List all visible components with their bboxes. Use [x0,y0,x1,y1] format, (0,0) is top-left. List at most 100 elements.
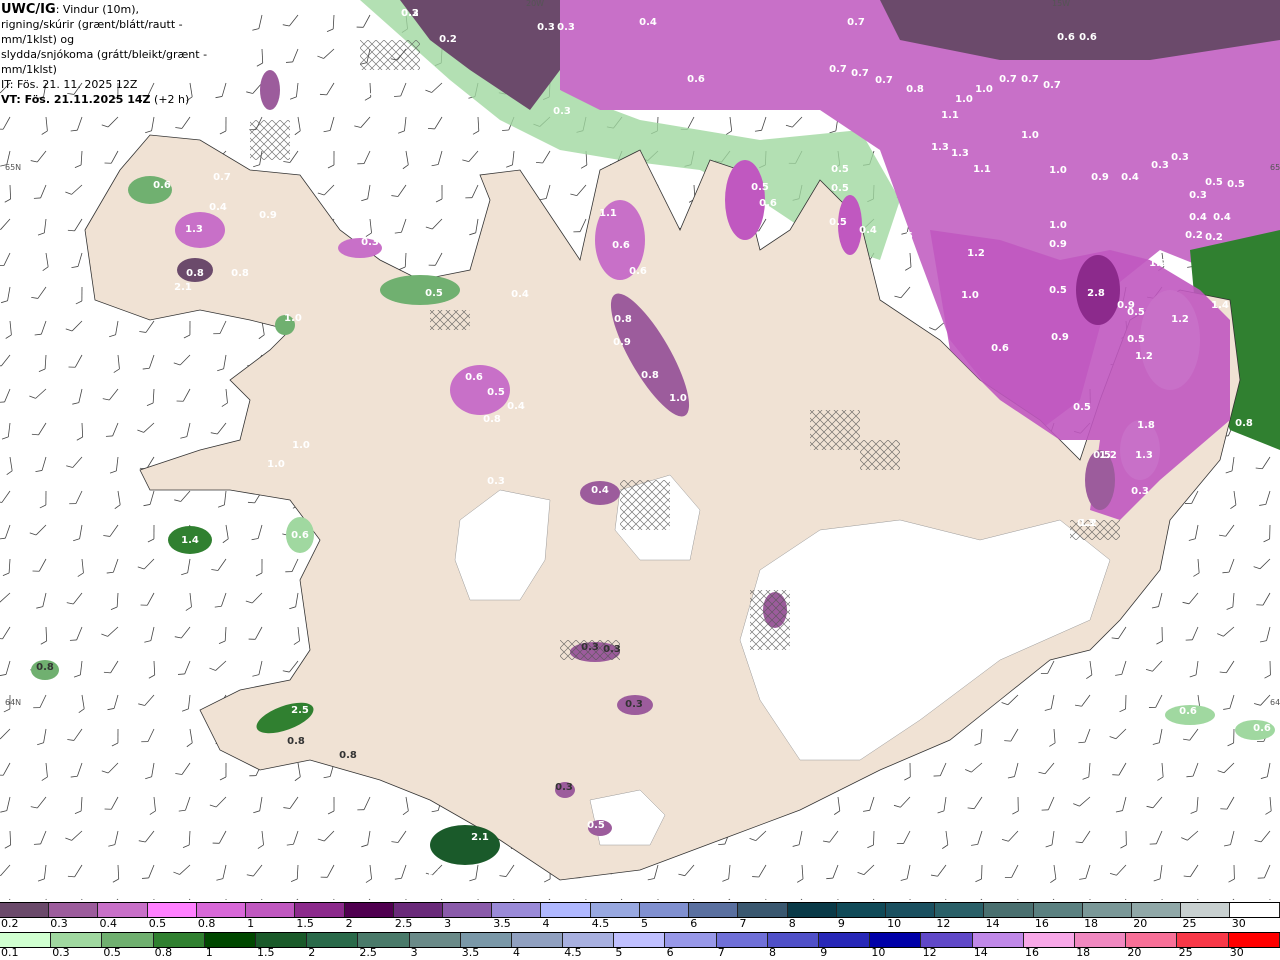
wind-barb [391,184,407,197]
legend-label: 16 [1025,946,1039,959]
precip-value-label: 1.0 [284,313,302,324]
wind-barb [1038,762,1055,775]
wind-barb [4,184,12,203]
legend-swatch [614,933,666,947]
precip-value-label: 1.8 [1137,420,1155,431]
wind-barb [68,354,83,368]
wind-barb [181,558,191,576]
wind-barb [1254,830,1271,843]
precip-value-label: 0.6 [153,180,171,191]
precip-value-label: 0.5 [751,182,769,193]
wind-barb [1260,762,1271,779]
wind-barb [469,218,479,236]
wind-barb [219,762,227,781]
legend-swatch [984,903,1034,917]
wind-barb [283,796,299,809]
wind-barb [142,354,155,370]
legend-swatch [442,903,493,917]
legend-swatch [1132,903,1182,917]
legend-swatch [1126,933,1178,947]
legend-label: 2.5 [359,946,377,959]
legend-label: 0.8 [197,917,216,930]
wind-barb [1259,626,1271,643]
wind-barb [1112,762,1127,776]
wind-barb [294,762,301,782]
precip-cell [1140,290,1200,390]
wind-barb [30,796,47,809]
precip-value-label: 0.5 [1205,177,1223,188]
wind-barb [218,626,227,644]
precip-value-label: 1.0 [955,94,973,105]
precip-value-label: 0.7 [1021,74,1039,85]
legend-label: 0.1 [1,946,19,959]
wind-barb [904,762,911,781]
legend-label: 18 [1084,917,1099,930]
wind-barb [106,558,119,574]
wind-barb [107,694,119,711]
legend-label: 5 [641,917,648,930]
precip-value-label: 0.5 [831,164,849,175]
legend-label: 7 [717,946,725,959]
precip-value-label: 0.8 [906,84,924,95]
wind-barb [1109,864,1127,876]
precip-value-label: 0.2 [1205,232,1223,243]
wind-barb [0,116,11,130]
wind-barb [365,864,372,883]
precip-value-label: 0.3 [487,476,505,487]
legend-label: 6 [690,917,698,930]
wind-barb [573,218,587,233]
legend-swatch [0,933,52,947]
wind-barb [867,830,875,849]
legend-swatch [1082,903,1133,917]
wind-barb [137,422,155,433]
precip-value-label: 1.2 [1135,351,1153,362]
legend-swatch [1074,933,1127,947]
wind-barb [101,626,119,637]
legend-swatch [870,933,922,947]
wind-barb [1220,796,1235,810]
wind-barb [785,116,803,128]
precip-value-label: 0.9 [259,210,277,221]
precip-value-label: 0.7 [213,172,231,183]
precip-value-label: 1.3 [931,142,949,153]
wind-barb [217,490,227,508]
legend-swatch [665,933,717,947]
wind-barb [112,864,120,883]
precip-value-label: 0.8 [614,314,632,325]
legend-label: 1 [247,917,255,930]
wind-barb [139,320,155,333]
precip-value-label: 0.4 [859,225,877,236]
wind-barb [177,660,191,675]
wind-barb [176,388,191,402]
wind-barb [186,728,193,748]
precip-value-label: 0.3 [603,644,621,655]
wind-barb [5,320,12,339]
wind-barb [146,388,155,406]
wind-barb [1227,728,1235,747]
wind-barb [472,116,480,135]
legend-label: 6 [666,946,674,959]
wind-barb [1230,490,1237,509]
legend-label: 4 [513,946,520,959]
wind-barb [975,864,983,883]
precip-value-label: 0.7 [847,17,865,28]
legend-swatch [563,933,615,947]
wind-barb [77,558,84,577]
wind-barb [1225,456,1235,474]
wind-barb [465,184,479,199]
precip-value-label: 0.4 [511,289,529,300]
wind-barb [0,796,11,813]
wind-barb [1157,762,1164,781]
precip-value-label: 0.4 [209,202,227,213]
precip-value-label: 0.6 [991,343,1009,354]
wind-barb [39,490,47,509]
wind-barb [499,864,515,877]
wind-barb [0,490,11,503]
wind-barb [31,286,47,299]
precip-value-label: 0.6 [465,372,483,383]
wind-barb [253,796,263,814]
wind-barb [33,184,47,199]
wind-barb [749,830,767,842]
wind-barb [0,660,11,677]
precip-value-label: 0.4 [1189,212,1207,223]
